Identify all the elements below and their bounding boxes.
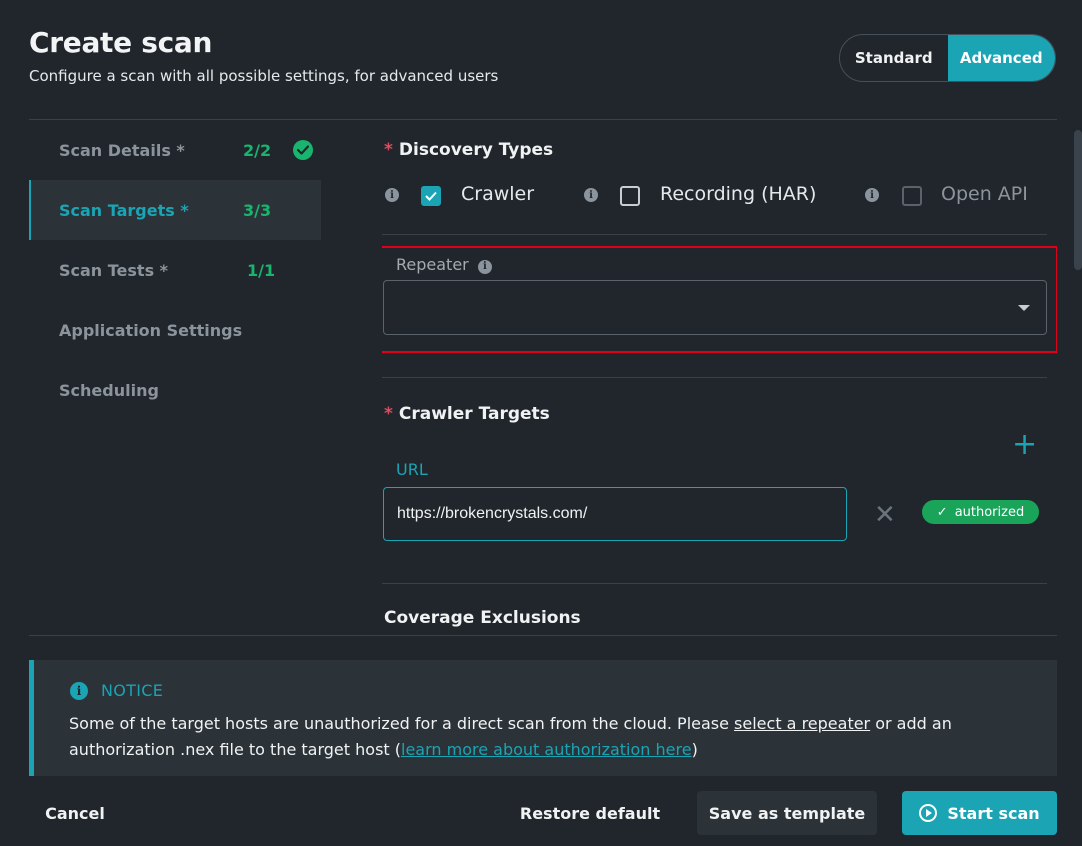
learn-more-link[interactable]: learn more about authorization here <box>401 740 692 759</box>
repeater-label: Repeater i <box>396 255 492 275</box>
select-repeater-link[interactable]: select a repeater <box>734 714 870 733</box>
content-divider <box>29 635 1057 636</box>
open-api-label: Open API <box>941 183 1028 205</box>
crawler-checkbox[interactable] <box>421 186 441 206</box>
restore-default-button[interactable]: Restore default <box>513 791 667 835</box>
sidebar-item-label: Scan Tests * <box>59 260 169 280</box>
recording-har-checkbox[interactable] <box>620 186 640 206</box>
url-input[interactable] <box>383 487 847 541</box>
check-circle-icon <box>293 140 313 160</box>
mode-toggle: Standard Advanced <box>839 34 1056 82</box>
notice-text-part: ) <box>691 740 698 759</box>
start-scan-label: Start scan <box>947 803 1040 823</box>
repeater-label-text: Repeater <box>396 255 469 274</box>
sidebar-item-label: Application Settings <box>59 320 243 340</box>
notice-title: NOTICE <box>101 681 164 700</box>
chevron-down-icon <box>1018 305 1030 311</box>
cancel-button[interactable]: Cancel <box>29 791 121 835</box>
remove-target-icon[interactable]: ✕ <box>874 500 896 530</box>
notice-banner: i NOTICE Some of the target hosts are un… <box>29 660 1057 776</box>
divider <box>382 234 1047 235</box>
info-icon: i <box>70 682 88 700</box>
crawler-targets-title: * Crawler Targets <box>384 404 550 424</box>
start-scan-button[interactable]: Start scan <box>902 791 1057 835</box>
discovery-types-options: i Crawler i Recording (HAR) i Open API <box>382 182 1057 210</box>
coverage-exclusions-title: Coverage Exclusions <box>384 608 581 628</box>
sidebar-item-count: 3/3 <box>243 200 272 220</box>
sidebar-item-scan-targets[interactable]: Scan Targets * 3/3 <box>29 180 321 240</box>
open-api-checkbox <box>902 186 922 206</box>
discovery-types-title: * Discovery Types <box>384 140 553 160</box>
sidebar-item-scan-details[interactable]: Scan Details * 2/2 <box>29 120 321 180</box>
notice-text-part: Some of the target hosts are unauthorize… <box>69 714 735 733</box>
required-mark: * <box>384 404 393 424</box>
mode-standard-button[interactable]: Standard <box>840 35 948 81</box>
divider <box>382 377 1047 378</box>
mode-advanced-button[interactable]: Advanced <box>947 35 1055 81</box>
sidebar: Scan Details * 2/2 Scan Targets * 3/3 Sc… <box>29 120 321 420</box>
sidebar-item-count: 2/2 <box>243 140 272 160</box>
page-title: Create scan <box>29 26 213 59</box>
crawler-targets-label: Crawler Targets <box>398 404 550 424</box>
sidebar-item-label: Scan Targets * <box>59 200 189 220</box>
info-icon[interactable]: i <box>477 259 492 274</box>
sidebar-item-application-settings[interactable]: Application Settings <box>29 300 321 360</box>
page-subtitle: Configure a scan with all possible setti… <box>29 67 499 85</box>
url-label: URL <box>396 460 428 479</box>
status-badge-label: authorized <box>954 504 1025 520</box>
scan-targets-panel: * Discovery Types i Crawler i Recording (… <box>382 120 1057 635</box>
scrollbar[interactable] <box>1074 130 1082 270</box>
info-icon[interactable]: i <box>865 188 879 202</box>
repeater-select[interactable] <box>383 280 1047 335</box>
required-mark: * <box>384 140 393 160</box>
notice-text: Some of the target hosts are unauthorize… <box>69 711 1049 763</box>
recording-har-label[interactable]: Recording (HAR) <box>660 183 816 205</box>
sidebar-item-count: 1/1 <box>247 260 276 280</box>
add-target-icon[interactable]: + <box>1012 430 1037 460</box>
divider <box>382 583 1047 584</box>
authorized-status-badge: ✓ authorized <box>922 500 1039 524</box>
info-icon[interactable]: i <box>385 188 399 202</box>
crawler-label[interactable]: Crawler <box>461 183 534 205</box>
sidebar-item-label: Scheduling <box>59 380 159 400</box>
sidebar-item-label: Scan Details * <box>59 140 185 160</box>
check-icon: ✓ <box>936 504 948 520</box>
save-as-template-button[interactable]: Save as template <box>697 791 877 835</box>
discovery-types-label: Discovery Types <box>398 140 554 160</box>
sidebar-item-scheduling[interactable]: Scheduling <box>29 360 321 420</box>
play-icon <box>919 804 938 822</box>
info-icon[interactable]: i <box>584 188 598 202</box>
sidebar-item-scan-tests[interactable]: Scan Tests * 1/1 <box>29 240 321 300</box>
